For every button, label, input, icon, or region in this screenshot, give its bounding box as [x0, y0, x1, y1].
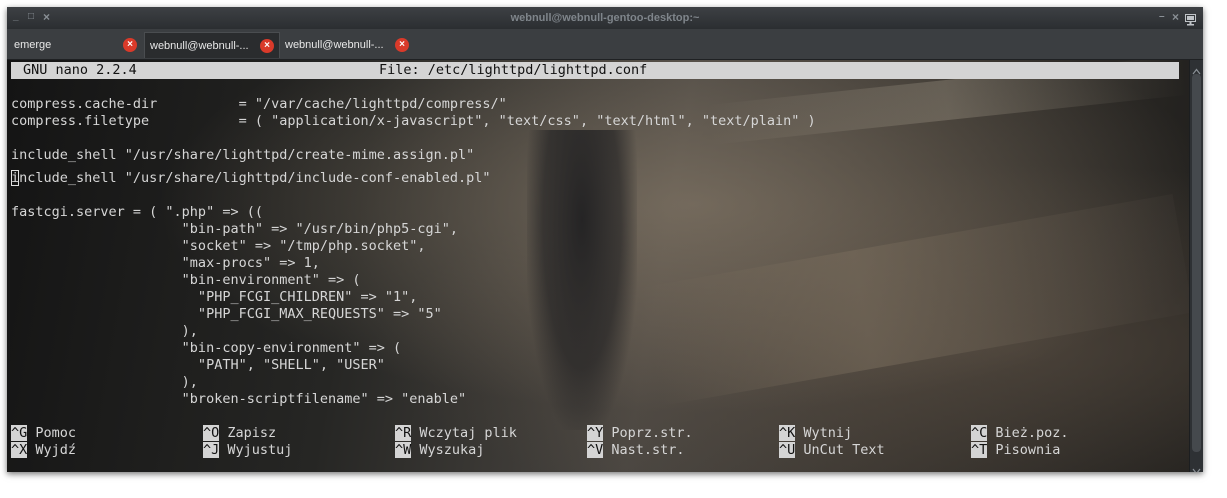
- shortcut-justify[interactable]: ^J Wyjustuj: [203, 442, 292, 459]
- editor-line: "bin-path" => "/usr/bin/php5-cgi",: [11, 221, 459, 237]
- editor-line: compress.filetype = ( "application/x-jav…: [11, 113, 816, 129]
- editor-line: "PHP_FCGI_MAX_REQUESTS" => "5": [11, 306, 442, 322]
- editor-line: compress.cache-dir = "/var/cache/lighttp…: [11, 96, 507, 112]
- wallpaper-wing: [640, 194, 1189, 406]
- editor-line: include_shell "/usr/share/lighttpd/creat…: [11, 147, 475, 163]
- text-cursor: [11, 170, 19, 186]
- shortcut-label: Wyszukaj: [419, 442, 485, 458]
- title-bar[interactable]: _ □ × webnull@webnull-gentoo-desktop:~ –…: [7, 7, 1203, 29]
- nano-version: GNU nano 2.2.4: [23, 62, 137, 78]
- tab-webnull-1[interactable]: webnull@webnull-... ×: [144, 32, 280, 58]
- shortcut-uncut[interactable]: ^U UnCut Text: [779, 442, 885, 459]
- shortcut-label: Poprz.str.: [611, 425, 693, 441]
- tab-emerge[interactable]: emerge ×: [9, 32, 143, 58]
- editor-line: ),: [11, 374, 198, 390]
- shortcut-key: ^Y: [587, 425, 604, 441]
- shortcut-label: Nast.str.: [611, 442, 685, 458]
- shortcut-where-is[interactable]: ^W Wyszukaj: [395, 442, 484, 459]
- editor-line: "bin-copy-environment" => (: [11, 340, 402, 356]
- editor-line: ),: [11, 323, 198, 339]
- nano-header-bar: GNU nano 2.2.4 File: /etc/lighttpd/light…: [11, 62, 1179, 79]
- shortcut-key: ^O: [203, 425, 220, 441]
- tab-webnull-2[interactable]: webnull@webnull-... ×: [280, 32, 418, 58]
- terminal-scrollbar[interactable]: [1189, 60, 1203, 472]
- shortcut-cur-pos[interactable]: ^C Bież.poz.: [971, 425, 1069, 442]
- shortcut-exit[interactable]: ^X Wyjdź: [11, 442, 76, 459]
- shortcut-read-file[interactable]: ^R Wczytaj plik: [395, 425, 517, 442]
- tab-close-icon[interactable]: ×: [395, 38, 409, 52]
- tab-label: webnull@webnull-...: [150, 40, 249, 52]
- tab-close-icon[interactable]: ×: [123, 38, 137, 52]
- editor-line: fastcgi.server = ( ".php" => ((: [11, 204, 263, 220]
- editor-line: "max-procs" => 1,: [11, 255, 320, 271]
- wallpaper-figure: [527, 130, 637, 430]
- shortcut-label: Bież.poz.: [995, 425, 1069, 441]
- shortcut-key: ^J: [203, 442, 220, 458]
- terminal-area[interactable]: GNU nano 2.2.4 File: /etc/lighttpd/light…: [7, 60, 1189, 472]
- editor-line: "socket" => "/tmp/php.socket",: [11, 238, 426, 254]
- shortcut-next-page[interactable]: ^V Nast.str.: [587, 442, 685, 459]
- scroll-down-icon[interactable]: [1192, 462, 1201, 472]
- tab-label: emerge: [14, 39, 52, 51]
- shortcut-key: ^T: [971, 442, 988, 458]
- window-title: webnull@webnull-gentoo-desktop:~: [510, 12, 700, 24]
- shortcut-cut[interactable]: ^K Wytnij: [779, 425, 852, 442]
- shortcut-label: Zapisz: [227, 425, 277, 441]
- shortcut-key: ^G: [11, 425, 28, 441]
- tray-minimize-icon[interactable]: –: [1159, 7, 1165, 27]
- nano-file-label: File: /etc/lighttpd/lighttpd.conf: [379, 62, 648, 78]
- editor-line: "broken-scriptfilename" => "enable": [11, 391, 467, 407]
- shortcut-label: Pisownia: [995, 442, 1061, 458]
- shortcut-key: ^V: [587, 442, 604, 458]
- tab-bar: emerge × webnull@webnull-... × webnull@w…: [7, 29, 1203, 60]
- scrollbar-thumb[interactable]: [1192, 74, 1201, 452]
- shortcut-spell[interactable]: ^T Pisownia: [971, 442, 1060, 459]
- shortcut-key: ^R: [395, 425, 412, 441]
- editor-line: include_shell "/usr/share/lighttpd/inclu…: [11, 170, 491, 186]
- tray-close-icon[interactable]: ×: [1172, 7, 1179, 27]
- shortcut-key: ^X: [11, 442, 28, 458]
- shortcut-label: Wytnij: [803, 425, 853, 441]
- tab-label: webnull@webnull-...: [285, 39, 384, 51]
- shortcut-label: UnCut Text: [803, 442, 885, 458]
- shortcut-label: Wyjustuj: [227, 442, 293, 458]
- editor-line: "PATH", "SHELL", "USER": [11, 357, 385, 373]
- shortcut-save[interactable]: ^O Zapisz: [203, 425, 276, 442]
- shortcut-label: Wczytaj plik: [419, 425, 517, 441]
- shortcut-help[interactable]: ^G Pomoc: [11, 425, 76, 442]
- shortcut-prev-page[interactable]: ^Y Poprz.str.: [587, 425, 693, 442]
- shortcut-label: Pomoc: [35, 425, 77, 441]
- terminal-window: _ □ × webnull@webnull-gentoo-desktop:~ –…: [7, 7, 1203, 472]
- shortcut-key: ^K: [779, 425, 796, 441]
- shortcut-key: ^C: [971, 425, 988, 441]
- editor-line: "PHP_FCGI_CHILDREN" => "1",: [11, 289, 418, 305]
- shortcut-label: Wyjdź: [35, 442, 77, 458]
- tab-close-icon[interactable]: ×: [260, 39, 274, 53]
- shortcut-key: ^W: [395, 442, 412, 458]
- shortcut-key: ^U: [779, 442, 796, 458]
- monitor-icon[interactable]: [1185, 12, 1196, 26]
- editor-line: "bin-environment" => (: [11, 272, 361, 288]
